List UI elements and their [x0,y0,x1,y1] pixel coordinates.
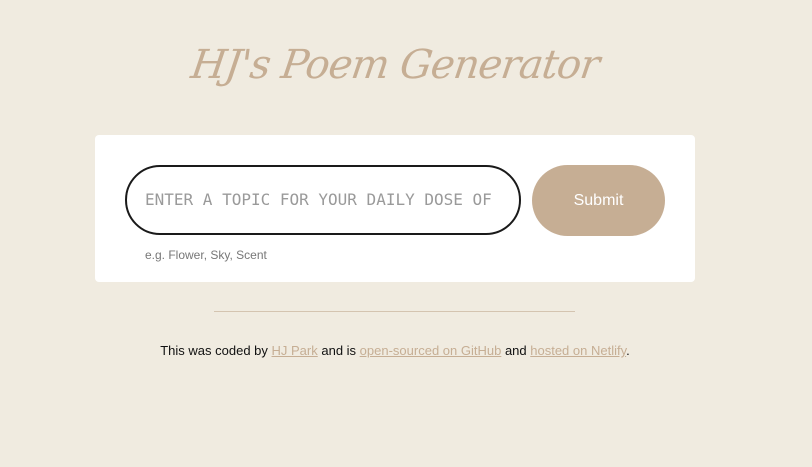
submit-button[interactable]: Submit [532,165,665,236]
footer-text-coded-by: This was coded by [160,343,272,358]
footer-text-and: and [501,343,531,358]
footer-text-period: . [626,343,630,358]
footer-text-and-is: and is [317,343,360,358]
topic-input[interactable] [125,165,521,235]
footer: This was coded by HJ Park and is open-so… [0,343,790,358]
divider [214,311,575,312]
poem-form-card: Submit e.g. Flower, Sky, Scent [95,135,695,282]
author-link[interactable]: HJ Park [272,343,318,358]
page-title: HJ's Poem Generator [188,42,602,88]
input-hint: e.g. Flower, Sky, Scent [145,248,267,262]
netlify-link[interactable]: hosted on Netlify [530,343,626,358]
page: HJ's Poem Generator Submit e.g. Flower, … [0,0,812,467]
github-link[interactable]: open-sourced on GitHub [360,343,502,358]
